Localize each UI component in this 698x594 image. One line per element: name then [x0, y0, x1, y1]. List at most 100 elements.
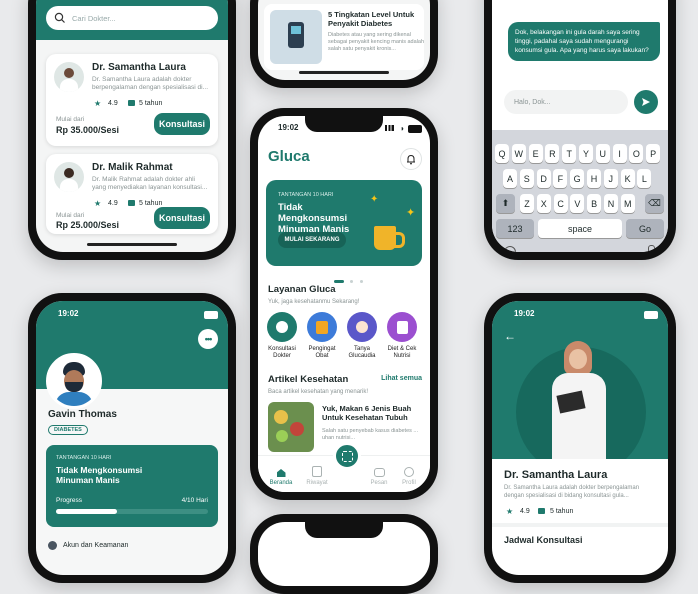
- article-title: 5 Tingkatan Level Untuk Penyakit Diabete…: [328, 10, 415, 28]
- key-r[interactable]: R: [545, 144, 560, 163]
- cup-icon: [374, 226, 396, 250]
- service-label: Konsultasi Dokter: [268, 346, 296, 359]
- services-row: Konsultasi Dokter Pengingat Obat Tanya G…: [262, 312, 426, 360]
- search-input[interactable]: Cari Dokter...: [46, 6, 218, 30]
- key-x[interactable]: X: [536, 194, 551, 213]
- key-s[interactable]: S: [519, 169, 534, 188]
- scan-icon: [341, 450, 353, 462]
- doctor-price: Rp 25.000/Sesi: [56, 220, 120, 230]
- doctor-description: Dr. Samantha Laura adalah dokter berpeng…: [92, 76, 208, 91]
- microphone-icon[interactable]: [648, 245, 655, 252]
- key-y[interactable]: Y: [579, 144, 593, 163]
- space-key[interactable]: space: [538, 219, 622, 238]
- key-t[interactable]: T: [562, 144, 577, 163]
- service-ask-glucaudia[interactable]: Tanya Glucaudia: [342, 312, 382, 360]
- key-g[interactable]: G: [570, 169, 585, 188]
- doctor-rating: 4.9: [520, 508, 530, 515]
- challenge-card[interactable]: TANTANGAN 10 HARI Tidak Mengkonsumsi Min…: [46, 445, 218, 527]
- key-d[interactable]: D: [536, 169, 551, 188]
- key-p[interactable]: P: [646, 144, 661, 163]
- key-h[interactable]: H: [587, 169, 601, 188]
- challenge-banner[interactable]: TANTANGAN 10 HARI Tidak Mengkonsumsi Min…: [266, 180, 422, 266]
- key-c[interactable]: C: [553, 194, 568, 213]
- key-q[interactable]: Q: [495, 144, 509, 163]
- key-f[interactable]: F: [553, 169, 568, 188]
- key-j[interactable]: J: [603, 169, 618, 188]
- key-o[interactable]: O: [629, 144, 644, 163]
- service-medicine-reminder[interactable]: Pengingat Obat: [302, 312, 342, 360]
- article-card[interactable]: 5 Tingkatan Level Untuk Penyakit Diabete…: [264, 4, 424, 70]
- article-title: Yuk, Makan 6 Jenis Buah Untuk Kesehatan …: [322, 404, 412, 422]
- notch: [305, 116, 383, 132]
- divider: [492, 523, 668, 527]
- status-time: 19:02: [514, 309, 535, 318]
- key-v[interactable]: V: [570, 194, 585, 213]
- send-icon: [642, 98, 650, 106]
- consult-button[interactable]: Konsultasi: [154, 113, 210, 135]
- wifi-icon: ◗: [400, 124, 405, 133]
- doctor-avatar: [54, 162, 84, 192]
- service-consult-doctor[interactable]: Konsultasi Dokter: [262, 312, 302, 360]
- send-button[interactable]: [634, 90, 658, 114]
- doctor-name: Dr. Malik Rahmat: [92, 162, 173, 173]
- keyboard: QWERTYUIOP ASDFGHJKL ZXCVBNM ⬆ ⌫ 123 spa…: [492, 130, 668, 252]
- articles-subtitle: Baca artikel kesehatan yang menarik!: [268, 389, 369, 395]
- doctor-card[interactable]: Dr. Samantha Laura Dr. Samantha Laura ad…: [46, 54, 218, 146]
- nav-history[interactable]: Riwayat: [300, 466, 334, 486]
- nav-messages[interactable]: Pesan: [362, 468, 396, 486]
- key-e[interactable]: E: [528, 144, 543, 163]
- detail-hero: [492, 301, 668, 459]
- nav-profile[interactable]: Profil: [392, 467, 426, 486]
- service-diet-nutrition[interactable]: Diet & Cek Nutrisi: [382, 312, 422, 360]
- more-options-button[interactable]: •••: [198, 329, 218, 349]
- price-label: Mulai dari: [56, 116, 85, 123]
- key-z[interactable]: Z: [520, 194, 534, 213]
- chat-input[interactable]: Halo, Dok...: [504, 90, 628, 114]
- go-key[interactable]: Go: [626, 219, 664, 238]
- key-m[interactable]: M: [620, 194, 635, 213]
- phone-doctor-detail: 19:02 ← Dr. Samantha Laura Dr. Samantha …: [484, 293, 676, 583]
- key-a[interactable]: A: [503, 169, 517, 188]
- partial-screen: [258, 522, 430, 586]
- key-b[interactable]: B: [587, 194, 602, 213]
- emoji-icon[interactable]: [504, 246, 516, 252]
- doctor-description: Dr. Malik Rahmat adalah dokter ahli yang…: [92, 176, 208, 191]
- doctor-card[interactable]: Dr. Malik Rahmat Dr. Malik Rahmat adalah…: [46, 154, 218, 234]
- home-screen: 19:02 ◗ Gluca TANTANGAN 10 HARI Tidak Me…: [258, 116, 430, 492]
- medicine-icon: [307, 312, 337, 342]
- backspace-key[interactable]: ⌫: [645, 194, 664, 213]
- back-button[interactable]: ←: [504, 329, 516, 343]
- app-logo: Gluca: [268, 148, 310, 165]
- key-i[interactable]: I: [612, 144, 627, 163]
- numbers-key[interactable]: 123: [496, 219, 534, 238]
- nav-home[interactable]: Beranda: [264, 469, 298, 486]
- key-k[interactable]: K: [620, 169, 635, 188]
- phone-profile: 19:02 ••• Gavin Thomas DIABETES TANTANGA…: [28, 293, 236, 583]
- doctor-detail-screen: 19:02 ← Dr. Samantha Laura Dr. Samantha …: [492, 301, 668, 575]
- briefcase-icon: [128, 200, 135, 206]
- key-w[interactable]: W: [511, 144, 526, 163]
- progress-track: [56, 509, 208, 514]
- menu-account-security[interactable]: Akun dan Keamanan: [48, 541, 128, 550]
- key-n[interactable]: N: [604, 194, 618, 213]
- see-all-link[interactable]: Lihat semua: [381, 375, 422, 382]
- phone-chat: Dok, belakangan ini gula darah saya seri…: [484, 0, 676, 260]
- consult-button[interactable]: Konsultasi: [154, 207, 210, 229]
- service-label: Tanya Glucaudia: [348, 346, 376, 359]
- banner-title: Tidak Mengkonsumsi Minuman Manis: [278, 202, 350, 235]
- chat-bubble: Dok, belakangan ini gula darah saya seri…: [508, 22, 660, 61]
- notification-button[interactable]: [400, 148, 422, 170]
- scan-button[interactable]: [333, 442, 361, 470]
- price-label: Mulai dari: [56, 212, 85, 219]
- condition-badge: DIABETES: [48, 425, 88, 435]
- key-l[interactable]: L: [637, 169, 652, 188]
- briefcase-icon: [128, 100, 135, 106]
- chat-message: Dok, belakangan ini gula darah saya seri…: [515, 29, 649, 54]
- banner-start-button[interactable]: MULAI SEKARANG: [278, 232, 346, 248]
- doctor-rating: 4.9: [108, 200, 118, 207]
- shift-key[interactable]: ⬆: [496, 194, 515, 213]
- progress-fill: [56, 509, 117, 514]
- briefcase-icon: [538, 508, 545, 514]
- key-u[interactable]: U: [595, 144, 610, 163]
- star-icon: ★: [506, 507, 514, 516]
